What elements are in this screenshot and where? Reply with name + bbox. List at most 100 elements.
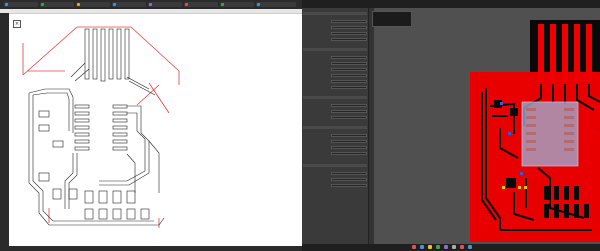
property-field[interactable] [331, 68, 367, 71]
pcb-trace-drawing[interactable] [9, 13, 302, 246]
ic-pads-left [74, 104, 90, 151]
property-row [305, 62, 367, 65]
red-trace [22, 26, 78, 76]
browser-tab-4[interactable] [112, 2, 146, 7]
left-sidebar [0, 13, 9, 251]
connector-pin [100, 28, 106, 82]
property-field[interactable] [331, 20, 367, 23]
panel-section-header[interactable] [303, 96, 367, 99]
property-row [305, 26, 367, 29]
property-field[interactable] [331, 116, 367, 119]
property-field[interactable] [331, 110, 367, 113]
property-field[interactable] [331, 86, 367, 89]
tab-favicon-icon [221, 3, 224, 6]
property-row [305, 86, 367, 89]
dropdown-popup[interactable] [372, 11, 412, 27]
browser-tab-2[interactable] [40, 2, 74, 7]
property-field[interactable] [331, 178, 367, 181]
tab-favicon-icon [113, 3, 116, 6]
property-row [305, 32, 367, 35]
layer-color-icon[interactable] [468, 245, 472, 249]
property-row [305, 38, 367, 41]
browser-tab-8[interactable] [256, 2, 296, 7]
trace-path [32, 92, 70, 131]
property-row [305, 140, 367, 143]
trace-path [126, 153, 136, 193]
layer-color-icon[interactable] [436, 245, 440, 249]
right-app-window [302, 0, 600, 251]
panel-section-header[interactable] [303, 164, 367, 167]
property-row [305, 184, 367, 187]
property-row [305, 172, 367, 175]
property-field[interactable] [331, 38, 367, 41]
property-row [305, 110, 367, 113]
property-field[interactable] [331, 146, 367, 149]
connector-pin [92, 28, 98, 80]
connector-pin [124, 28, 130, 80]
layer-color-icon[interactable] [420, 245, 424, 249]
trace-path [64, 153, 78, 209]
trace-path [28, 88, 74, 133]
close-icon[interactable]: × [13, 20, 21, 28]
property-field[interactable] [331, 80, 367, 83]
property-row [305, 146, 367, 149]
panel-section-header[interactable] [303, 48, 367, 51]
properties-panel [302, 8, 369, 244]
connector-pin [84, 28, 90, 80]
browser-tab-1[interactable] [4, 2, 38, 7]
right-titlebar [302, 0, 600, 8]
property-field[interactable] [331, 56, 367, 59]
pcb-layout-viewport[interactable] [374, 8, 600, 244]
property-row [305, 178, 367, 181]
property-field[interactable] [331, 172, 367, 175]
tab-favicon-icon [185, 3, 188, 6]
browser-tab-6[interactable] [184, 2, 218, 7]
property-field[interactable] [331, 134, 367, 137]
property-row [305, 152, 367, 155]
panel-section-header[interactable] [303, 12, 367, 15]
trace-path [32, 95, 154, 222]
left-app-window: × [0, 0, 302, 251]
property-field[interactable] [331, 104, 367, 107]
property-row [305, 20, 367, 23]
property-field[interactable] [331, 32, 367, 35]
layer-color-icon[interactable] [460, 245, 464, 249]
property-row [305, 104, 367, 107]
property-field[interactable] [331, 184, 367, 187]
desktop: × [0, 0, 600, 251]
layer-color-icon[interactable] [452, 245, 456, 249]
dark-traces [28, 28, 165, 226]
panel-section-header[interactable] [303, 126, 367, 129]
property-row [305, 56, 367, 59]
browser-tab-7[interactable] [220, 2, 254, 7]
layer-color-icon[interactable] [444, 245, 448, 249]
trace-path [148, 140, 160, 193]
tab-favicon-icon [41, 3, 44, 6]
pcb-copper-view [470, 20, 600, 242]
ic-pads-right [112, 104, 128, 151]
property-row [305, 74, 367, 77]
left-components [38, 110, 78, 200]
browser-tab-5[interactable] [148, 2, 182, 7]
connector-pin [116, 28, 122, 80]
browser-tab-3[interactable] [76, 2, 110, 7]
property-field[interactable] [331, 140, 367, 143]
menu-bar [352, 1, 582, 7]
property-field[interactable] [331, 26, 367, 29]
red-trace [130, 26, 180, 72]
browser-tab-bar [0, 0, 302, 9]
left-status-bar [0, 246, 302, 251]
layer-color-icon[interactable] [412, 245, 416, 249]
property-row [305, 80, 367, 83]
connector-pin [108, 28, 114, 80]
tab-favicon-icon [77, 3, 80, 6]
property-field[interactable] [331, 62, 367, 65]
property-field[interactable] [331, 74, 367, 77]
tab-favicon-icon [149, 3, 152, 6]
layer-color-icon[interactable] [428, 245, 432, 249]
status-icon-row [412, 245, 592, 250]
bottom-pads [84, 190, 150, 220]
tab-favicon-icon [5, 3, 8, 6]
property-field[interactable] [331, 152, 367, 155]
red-trace [148, 82, 170, 114]
